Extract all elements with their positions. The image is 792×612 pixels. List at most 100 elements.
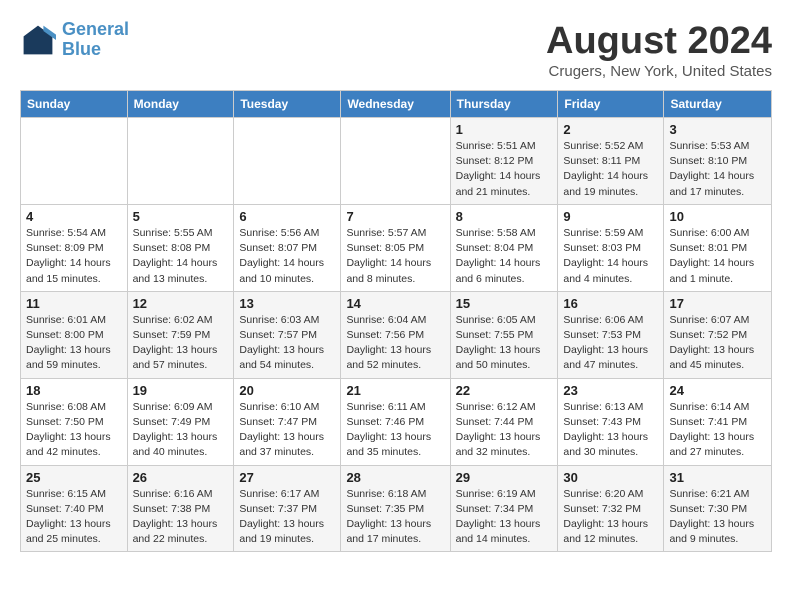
calendar-cell: 25 Sunrise: 6:15 AM Sunset: 7:40 PM Dayli…: [21, 465, 128, 552]
day-info: Sunrise: 6:05 AM Sunset: 7:55 PM Dayligh…: [456, 313, 553, 374]
day-number: 17: [669, 296, 766, 311]
week-row-4: 25 Sunrise: 6:15 AM Sunset: 7:40 PM Dayli…: [21, 465, 772, 552]
calendar-cell: 15 Sunrise: 6:05 AM Sunset: 7:55 PM Dayli…: [450, 291, 558, 378]
calendar-cell: 11Sunrise: 6:01 AM Sunset: 8:00 PM Dayli…: [21, 291, 128, 378]
day-number: 26: [133, 470, 229, 485]
day-info: Sunrise: 6:06 AM Sunset: 7:53 PM Dayligh…: [563, 313, 658, 374]
day-info: Sunrise: 6:14 AM Sunset: 7:41 PM Dayligh…: [669, 400, 766, 461]
day-number: 16: [563, 296, 658, 311]
day-info: Sunrise: 6:19 AM Sunset: 7:34 PM Dayligh…: [456, 487, 553, 548]
calendar-cell: 26Sunrise: 6:16 AM Sunset: 7:38 PM Dayli…: [127, 465, 234, 552]
calendar-cell: 9Sunrise: 5:59 AM Sunset: 8:03 PM Daylig…: [558, 204, 664, 291]
day-number: 22: [456, 383, 553, 398]
day-number: 11: [26, 296, 122, 311]
calendar-cell: [341, 118, 450, 205]
day-number: 2: [563, 122, 658, 137]
day-info: Sunrise: 5:52 AM Sunset: 8:11 PM Dayligh…: [563, 139, 658, 200]
day-number: 15: [456, 296, 553, 311]
day-info: Sunrise: 6:10 AM Sunset: 7:47 PM Dayligh…: [239, 400, 335, 461]
location: Crugers, New York, United States: [546, 63, 772, 80]
day-info: Sunrise: 6:21 AM Sunset: 7:30 PM Dayligh…: [669, 487, 766, 548]
month-title: August 2024: [546, 20, 772, 63]
day-number: 10: [669, 209, 766, 224]
day-info: Sunrise: 6:08 AM Sunset: 7:50 PM Dayligh…: [26, 400, 122, 461]
day-number: 13: [239, 296, 335, 311]
calendar-cell: 4 Sunrise: 5:54 AM Sunset: 8:09 PM Daylig…: [21, 204, 128, 291]
calendar-cell: 5 Sunrise: 5:55 AM Sunset: 8:08 PM Daylig…: [127, 204, 234, 291]
day-info: Sunrise: 6:17 AM Sunset: 7:37 PM Dayligh…: [239, 487, 335, 548]
day-number: 25: [26, 470, 122, 485]
calendar-cell: 19 Sunrise: 6:09 AM Sunset: 7:49 PM Dayli…: [127, 378, 234, 465]
day-number: 12: [133, 296, 229, 311]
weekday-header-monday: Monday: [127, 91, 234, 118]
week-row-3: 18 Sunrise: 6:08 AM Sunset: 7:50 PM Dayli…: [21, 378, 772, 465]
day-info: Sunrise: 5:57 AM Sunset: 8:05 PM Dayligh…: [346, 226, 444, 287]
day-number: 29: [456, 470, 553, 485]
calendar-cell: [234, 118, 341, 205]
day-info: Sunrise: 6:04 AM Sunset: 7:56 PM Dayligh…: [346, 313, 444, 374]
calendar-cell: 28 Sunrise: 6:18 AM Sunset: 7:35 PM Dayli…: [341, 465, 450, 552]
day-info: Sunrise: 5:55 AM Sunset: 8:08 PM Dayligh…: [133, 226, 229, 287]
day-number: 31: [669, 470, 766, 485]
day-number: 18: [26, 383, 122, 398]
day-info: Sunrise: 6:00 AM Sunset: 8:01 PM Dayligh…: [669, 226, 766, 287]
day-number: 19: [133, 383, 229, 398]
calendar-cell: 22 Sunrise: 6:12 AM Sunset: 7:44 PM Dayli…: [450, 378, 558, 465]
day-number: 9: [563, 209, 658, 224]
page-header: General Blue August 2024 Crugers, New Yo…: [20, 20, 772, 80]
calendar-cell: 27 Sunrise: 6:17 AM Sunset: 7:37 PM Dayli…: [234, 465, 341, 552]
weekday-header-saturday: Saturday: [664, 91, 772, 118]
week-row-1: 4 Sunrise: 5:54 AM Sunset: 8:09 PM Daylig…: [21, 204, 772, 291]
day-info: Sunrise: 5:53 AM Sunset: 8:10 PM Dayligh…: [669, 139, 766, 200]
day-info: Sunrise: 6:18 AM Sunset: 7:35 PM Dayligh…: [346, 487, 444, 548]
day-info: Sunrise: 6:03 AM Sunset: 7:57 PM Dayligh…: [239, 313, 335, 374]
logo-text: General Blue: [62, 20, 129, 60]
calendar-cell: 1 Sunrise: 5:51 AM Sunset: 8:12 PM Daylig…: [450, 118, 558, 205]
day-number: 21: [346, 383, 444, 398]
week-row-0: 1 Sunrise: 5:51 AM Sunset: 8:12 PM Daylig…: [21, 118, 772, 205]
day-info: Sunrise: 6:09 AM Sunset: 7:49 PM Dayligh…: [133, 400, 229, 461]
day-info: Sunrise: 6:11 AM Sunset: 7:46 PM Dayligh…: [346, 400, 444, 461]
day-info: Sunrise: 5:54 AM Sunset: 8:09 PM Dayligh…: [26, 226, 122, 287]
day-number: 23: [563, 383, 658, 398]
calendar-cell: 23Sunrise: 6:13 AM Sunset: 7:43 PM Dayli…: [558, 378, 664, 465]
day-number: 7: [346, 209, 444, 224]
weekday-header-sunday: Sunday: [21, 91, 128, 118]
day-info: Sunrise: 5:58 AM Sunset: 8:04 PM Dayligh…: [456, 226, 553, 287]
logo-icon: [20, 22, 56, 58]
calendar-cell: 13 Sunrise: 6:03 AM Sunset: 7:57 PM Dayli…: [234, 291, 341, 378]
weekday-header-row: SundayMondayTuesdayWednesdayThursdayFrid…: [21, 91, 772, 118]
day-number: 6: [239, 209, 335, 224]
day-info: Sunrise: 6:12 AM Sunset: 7:44 PM Dayligh…: [456, 400, 553, 461]
weekday-header-thursday: Thursday: [450, 91, 558, 118]
day-number: 1: [456, 122, 553, 137]
day-number: 14: [346, 296, 444, 311]
day-number: 3: [669, 122, 766, 137]
day-number: 5: [133, 209, 229, 224]
day-number: 4: [26, 209, 122, 224]
title-block: August 2024 Crugers, New York, United St…: [546, 20, 772, 80]
calendar-cell: 10 Sunrise: 6:00 AM Sunset: 8:01 PM Dayli…: [664, 204, 772, 291]
calendar-cell: [21, 118, 128, 205]
calendar-cell: 30Sunrise: 6:20 AM Sunset: 7:32 PM Dayli…: [558, 465, 664, 552]
day-info: Sunrise: 5:51 AM Sunset: 8:12 PM Dayligh…: [456, 139, 553, 200]
day-info: Sunrise: 6:20 AM Sunset: 7:32 PM Dayligh…: [563, 487, 658, 548]
day-number: 27: [239, 470, 335, 485]
day-info: Sunrise: 6:15 AM Sunset: 7:40 PM Dayligh…: [26, 487, 122, 548]
calendar-cell: 2 Sunrise: 5:52 AM Sunset: 8:11 PM Daylig…: [558, 118, 664, 205]
day-number: 20: [239, 383, 335, 398]
calendar-cell: 6Sunrise: 5:56 AM Sunset: 8:07 PM Daylig…: [234, 204, 341, 291]
calendar-cell: 7 Sunrise: 5:57 AM Sunset: 8:05 PM Daylig…: [341, 204, 450, 291]
calendar-cell: 29 Sunrise: 6:19 AM Sunset: 7:34 PM Dayli…: [450, 465, 558, 552]
week-row-2: 11Sunrise: 6:01 AM Sunset: 8:00 PM Dayli…: [21, 291, 772, 378]
calendar-cell: 20 Sunrise: 6:10 AM Sunset: 7:47 PM Dayli…: [234, 378, 341, 465]
day-info: Sunrise: 6:02 AM Sunset: 7:59 PM Dayligh…: [133, 313, 229, 374]
day-number: 28: [346, 470, 444, 485]
calendar-table: SundayMondayTuesdayWednesdayThursdayFrid…: [20, 90, 772, 552]
day-number: 8: [456, 209, 553, 224]
calendar-cell: 16 Sunrise: 6:06 AM Sunset: 7:53 PM Dayli…: [558, 291, 664, 378]
calendar-cell: 17 Sunrise: 6:07 AM Sunset: 7:52 PM Dayli…: [664, 291, 772, 378]
calendar-cell: [127, 118, 234, 205]
day-number: 24: [669, 383, 766, 398]
day-info: Sunrise: 6:07 AM Sunset: 7:52 PM Dayligh…: [669, 313, 766, 374]
